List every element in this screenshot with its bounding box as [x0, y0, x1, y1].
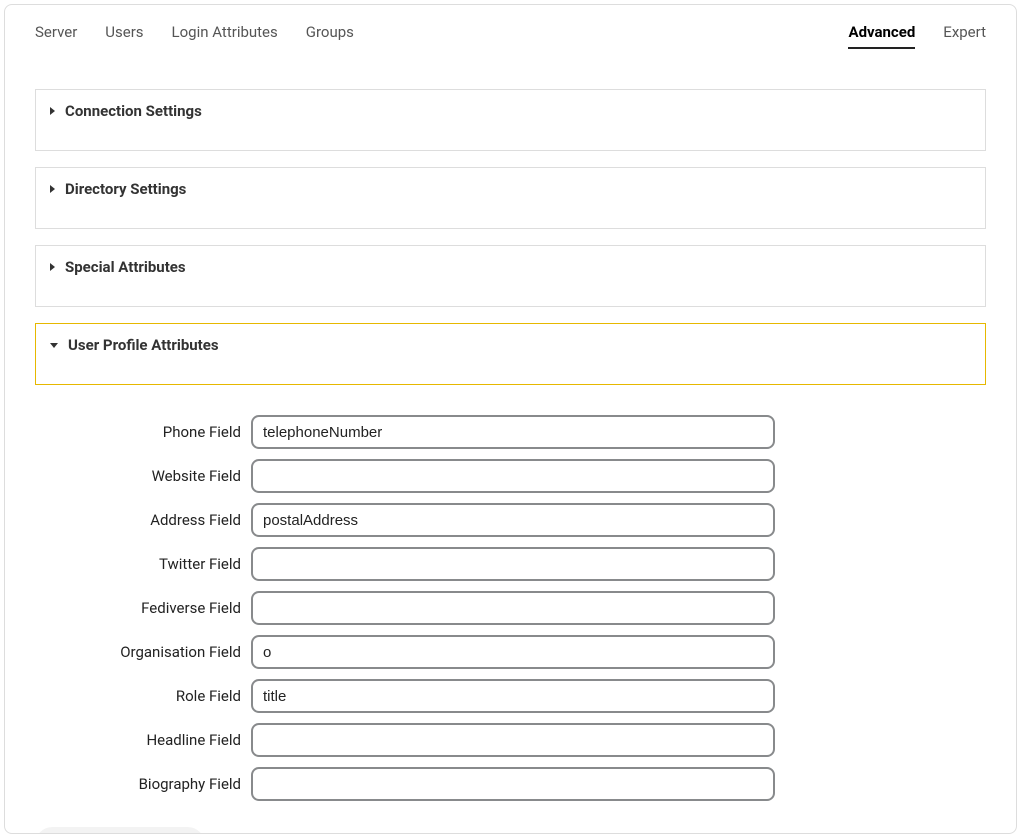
section-connection: Connection Settings	[35, 89, 986, 151]
input-biography[interactable]	[251, 767, 775, 801]
row-headline: Headline Field	[35, 723, 986, 757]
label-role: Role Field	[35, 687, 251, 705]
section-special-header[interactable]: Special Attributes	[36, 246, 985, 306]
caret-right-icon	[50, 263, 55, 271]
section-special-title: Special Attributes	[65, 258, 186, 276]
sections: Connection Settings Directory Settings S…	[5, 61, 1016, 409]
row-fediverse: Fediverse Field	[35, 591, 986, 625]
label-organisation: Organisation Field	[35, 643, 251, 661]
tab-groups[interactable]: Groups	[306, 23, 354, 49]
row-twitter: Twitter Field	[35, 547, 986, 581]
input-twitter[interactable]	[251, 547, 775, 581]
section-user-profile: User Profile Attributes	[35, 323, 986, 385]
row-address: Address Field	[35, 503, 986, 537]
section-directory-title: Directory Settings	[65, 180, 186, 198]
label-headline: Headline Field	[35, 731, 251, 749]
row-phone: Phone Field	[35, 415, 986, 449]
tab-login-attributes[interactable]: Login Attributes	[172, 23, 278, 49]
tab-advanced[interactable]: Advanced	[848, 23, 915, 49]
label-website: Website Field	[35, 467, 251, 485]
section-directory-header[interactable]: Directory Settings	[36, 168, 985, 228]
label-address: Address Field	[35, 511, 251, 529]
label-biography: Biography Field	[35, 775, 251, 793]
row-organisation: Organisation Field	[35, 635, 986, 669]
caret-right-icon	[50, 185, 55, 193]
label-twitter: Twitter Field	[35, 555, 251, 573]
input-website[interactable]	[251, 459, 775, 493]
label-phone: Phone Field	[35, 423, 251, 441]
caret-right-icon	[50, 107, 55, 115]
tab-users[interactable]: Users	[105, 23, 143, 49]
footer: Test Configuration i Help	[5, 821, 1016, 834]
section-user-profile-header[interactable]: User Profile Attributes	[36, 324, 985, 384]
caret-down-icon	[50, 343, 58, 348]
label-fediverse: Fediverse Field	[35, 599, 251, 617]
tab-bar: Server Users Login Attributes Groups Adv…	[5, 5, 1016, 61]
input-organisation[interactable]	[251, 635, 775, 669]
section-connection-header[interactable]: Connection Settings	[36, 90, 985, 150]
row-website: Website Field	[35, 459, 986, 493]
user-profile-form: Phone Field Website Field Address Field …	[5, 409, 1016, 821]
row-role: Role Field	[35, 679, 986, 713]
section-special: Special Attributes	[35, 245, 986, 307]
tab-expert[interactable]: Expert	[943, 23, 986, 49]
input-headline[interactable]	[251, 723, 775, 757]
settings-panel: Server Users Login Attributes Groups Adv…	[4, 4, 1017, 834]
input-address[interactable]	[251, 503, 775, 537]
test-configuration-button[interactable]: Test Configuration	[35, 827, 205, 834]
tab-server[interactable]: Server	[35, 23, 77, 49]
row-biography: Biography Field	[35, 767, 986, 801]
section-directory: Directory Settings	[35, 167, 986, 229]
section-connection-title: Connection Settings	[65, 102, 202, 120]
section-user-profile-title: User Profile Attributes	[68, 336, 219, 354]
input-fediverse[interactable]	[251, 591, 775, 625]
input-role[interactable]	[251, 679, 775, 713]
input-phone[interactable]	[251, 415, 775, 449]
